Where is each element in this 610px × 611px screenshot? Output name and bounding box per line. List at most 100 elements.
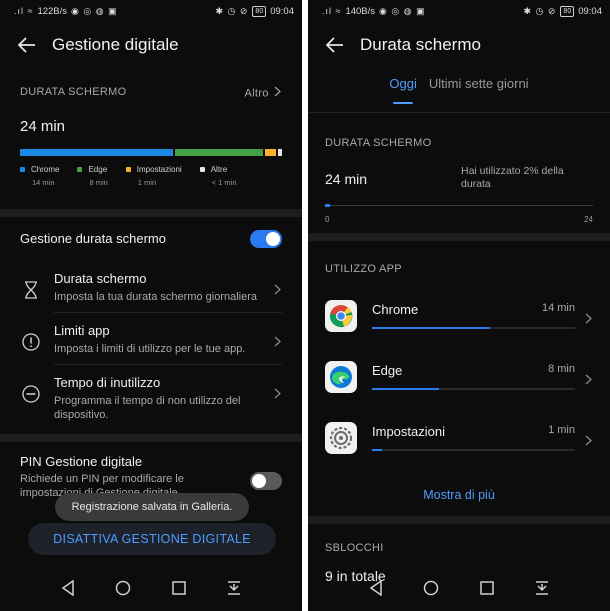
screen-time-summary[interactable]: DURATA SCHERMO Altro 24 min Chrome 14 min… [0,68,302,187]
section-divider [0,208,302,217]
deactivate-button[interactable]: DISATTIVA GESTIONE DIGITALE [28,523,276,555]
app-header: Durata schermo [308,22,610,68]
legend-label: Impostazioni [136,164,182,174]
edge-icon [325,360,357,393]
legend-swatch [199,166,205,172]
toast-message: Registrazione salvata in Galleria. [55,493,249,521]
screen-time-progress [325,204,331,207]
navigation-bar [308,565,610,611]
menu-item-description: Imposta la tua durata schermo giornalier… [54,290,257,303]
app-usage-bar [372,449,575,451]
app-usage-bar [372,388,575,390]
app-name: Impostazioni [372,424,445,439]
back-arrow-icon[interactable] [16,34,38,56]
system-icons: ✱ ◷ ⊘ [215,5,249,16]
app-name: Edge [372,363,403,378]
nav-back-icon[interactable] [364,576,388,600]
menu-item-durata-schermo[interactable]: Durata schermo Imposta la tua durata sche… [0,261,302,312]
menu-item-description: Imposta i limiti di utilizzo per le tue … [54,342,246,355]
axis-max-label: 24 [584,215,593,224]
app-usage-label: UTILIZZO APP [325,263,402,275]
menu-item-title: Durata schermo [54,270,147,286]
chevron-right-icon [583,372,593,386]
usage-segment-edge [175,148,263,156]
screen-time-label: DURATA SCHERMO [20,85,127,98]
period-tabs: Oggi Ultimi sette giorni [308,68,610,112]
nav-notifications-icon[interactable] [530,576,554,600]
chevron-right-icon [272,283,282,297]
chevron-right-icon [583,433,593,447]
nav-recents-icon[interactable] [475,576,499,600]
clock: 09:04 [270,5,294,17]
screen-time-value: 24 min [20,117,66,135]
menu-item-title: Limiti app [54,322,110,338]
app-time: 14 min [541,302,575,314]
screen-time-summary: DURATA SCHERMO 24 min Hai utilizzato 2% … [308,113,610,227]
section-divider [308,516,610,524]
legend-label: Edge [88,164,108,174]
usage-segment-impostazioni [264,148,276,156]
alert-circle-icon [20,332,42,351]
signal-wifi-icons: .ıl ≈ [14,6,34,16]
screen-time-value: 24 min [325,171,368,187]
app-usage-list: Chrome 14 min Edge 8 min Impostazioni 1 min [325,285,593,468]
nav-home-icon[interactable] [111,576,135,600]
network-speed: 122B/s [37,5,68,17]
nav-recents-icon[interactable] [167,576,191,600]
pin-title: PIN Gestione digitale [20,453,143,469]
pin-row[interactable]: PIN Gestione digitale Richiede un PIN pe… [0,442,302,500]
menu-item-title: Tempo di inutilizzo [54,374,161,390]
chevron-right-icon [272,84,282,98]
notification-icons: ◉ ◎ ◍ ▣ [71,5,118,16]
legend-time: 1 min [137,177,157,187]
more-link[interactable]: Altro [245,84,282,100]
legend-swatch [20,166,25,172]
tab-today[interactable]: Oggi [389,76,417,104]
screen-time-toggle-row[interactable]: Gestione durata schermo [0,217,302,261]
left-phone-screen: .ıl ≈ 122B/s ◉ ◎ ◍ ▣ ✱ ◷ ⊘ 80 09:04 Gest… [0,0,302,611]
menu-item-description: Programma il tempo di non utilizzo del d… [54,394,241,421]
app-row-chrome[interactable]: Chrome 14 min [325,285,593,346]
page-title: Gestione digitale [52,35,179,54]
app-row-impostazioni[interactable]: Impostazioni 1 min [325,407,593,468]
legend-swatch [125,166,131,172]
navigation-bar [0,565,302,611]
menu-item-limiti-app[interactable]: Limiti app Imposta i limiti di utilizzo p… [0,313,302,364]
app-time: 8 min [548,363,575,375]
right-phone-screen: .ıl ≈ 140B/s ◉ ◎ ◍ ▣ ✱ ◷ ⊘ 80 09:04 Dura… [308,0,610,611]
menu-item-tempo-di-inutilizzo[interactable]: Tempo di inutilizzo Programma il tempo di… [0,365,302,430]
usage-segment-chrome [20,148,174,156]
chevron-right-icon [583,311,593,325]
minus-circle-icon [20,384,42,403]
nav-back-icon[interactable] [56,576,80,600]
status-bar: .ıl ≈ 122B/s ◉ ◎ ◍ ▣ ✱ ◷ ⊘ 80 09:04 [0,0,302,22]
app-header: Gestione digitale [0,22,302,68]
back-arrow-icon[interactable] [324,34,346,56]
network-speed: 140B/s [345,5,376,17]
screen-time-toggle[interactable] [250,229,282,248]
chrome-icon [325,299,357,332]
battery-icon: 80 [252,5,267,17]
nav-home-icon[interactable] [419,576,443,600]
nav-notifications-icon[interactable] [222,576,246,600]
section-divider [308,233,610,241]
app-usage-bar [372,327,575,329]
notification-icons: ◉ ◎ ◍ ▣ [379,5,426,16]
page-title: Durata schermo [360,35,481,54]
settings-icon [325,421,357,454]
battery-icon: 80 [560,5,575,17]
legend-time: 14 min [32,177,55,187]
usage-segment-altre [277,148,282,156]
pin-toggle[interactable] [250,471,282,490]
settings-menu: Durata schermo Imposta la tua durata sche… [0,261,302,430]
legend-label: Chrome [31,164,60,174]
unlocks-label: SBLOCCHI [325,542,384,554]
show-more-link[interactable]: Mostra di più [308,468,610,516]
app-row-edge[interactable]: Edge 8 min [325,346,593,407]
section-divider [0,433,302,442]
app-usage-fill [372,388,439,390]
app-name: Chrome [372,302,419,317]
tab-last-seven-days[interactable]: Ultimi sette giorni [429,76,529,98]
app-usage-fill [372,327,490,329]
usage-legend: Chrome 14 min Edge 8 min Impostazioni 1 min Al… [20,165,282,187]
